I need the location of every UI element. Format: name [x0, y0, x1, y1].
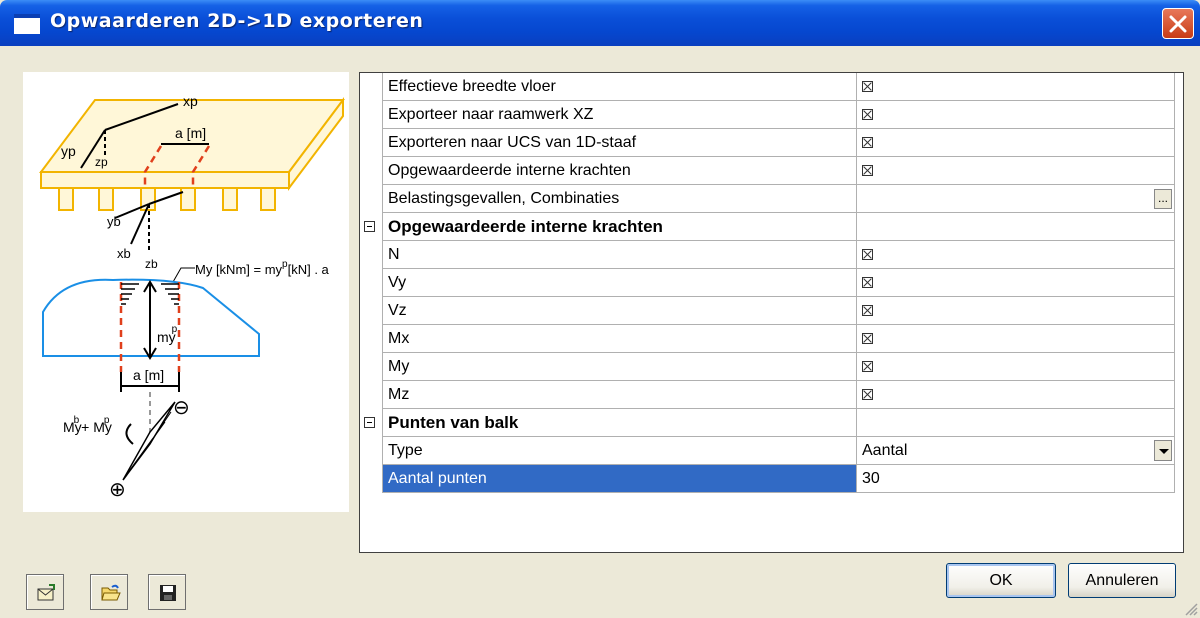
property-value[interactable] — [857, 325, 1175, 353]
label-zb: zb — [145, 257, 158, 271]
property-name: Vy — [382, 269, 857, 297]
save-button[interactable] — [148, 574, 186, 610]
checkbox-checked-icon[interactable] — [862, 109, 873, 120]
row-gutter — [360, 213, 382, 241]
rotation-arrow — [125, 423, 134, 445]
property-name: Belastingsgevallen, Combinaties — [382, 185, 857, 213]
save-icon — [160, 585, 176, 601]
row-gutter — [360, 325, 382, 353]
row-gutter — [360, 437, 382, 465]
checkbox-checked-icon[interactable] — [862, 305, 873, 316]
property-value[interactable] — [857, 381, 1175, 409]
open-button[interactable] — [90, 574, 128, 610]
close-icon — [1169, 15, 1187, 33]
row-gutter — [360, 157, 382, 185]
checkbox-checked-icon[interactable] — [862, 165, 873, 176]
property-name: Aantal punten — [382, 465, 857, 493]
upgrade-diagram-figure: xp yp zp a [m] yb xb zb My [kNm] = myp[k… — [39, 93, 345, 501]
property-value[interactable] — [857, 129, 1175, 157]
row-gutter — [360, 297, 382, 325]
window-icon — [14, 14, 40, 34]
formula-leader — [172, 267, 195, 283]
label-zp: zp — [95, 155, 108, 169]
dialog-window: Opwaarderen 2D->1D exporteren xp yp zp a… — [0, 0, 1200, 618]
property-name: Mz — [382, 381, 857, 409]
checkbox-checked-icon[interactable] — [862, 333, 873, 344]
category-value — [857, 409, 1175, 437]
property-name: Exporteer naar raamwerk XZ — [382, 101, 857, 129]
row-gutter — [360, 381, 382, 409]
property-value[interactable] — [857, 297, 1175, 325]
row-gutter — [360, 269, 382, 297]
label-yb: yb — [107, 214, 121, 229]
label-xp: xp — [183, 93, 198, 109]
chevron-down-icon[interactable] — [1154, 440, 1172, 461]
row-gutter — [360, 353, 382, 381]
collapse-icon[interactable] — [364, 417, 375, 428]
slab-front — [40, 171, 290, 189]
minus-symbol: ⊖ — [173, 397, 190, 419]
resize-grip-icon[interactable] — [1184, 602, 1198, 616]
property-value[interactable]: ... — [857, 185, 1175, 213]
open-folder-icon — [101, 584, 121, 601]
export-icon — [37, 584, 55, 601]
property-name: Opgewaardeerde interne krachten — [382, 157, 857, 185]
label-a-bottom: a [m] — [133, 367, 164, 383]
type-select[interactable]: Aantal — [857, 437, 1175, 465]
row-gutter — [360, 465, 382, 493]
property-name: Exporteren naar UCS van 1D-staaf — [382, 129, 857, 157]
checkbox-checked-icon[interactable] — [862, 249, 873, 260]
property-name: Mx — [382, 325, 857, 353]
preview-diagram: xp yp zp a [m] yb xb zb My [kNm] = myp[k… — [23, 72, 349, 512]
label-a-top: a [m] — [175, 125, 206, 141]
label-sum: Myb + Myp — [63, 415, 112, 435]
cancel-button[interactable]: Annuleren — [1068, 563, 1176, 598]
row-gutter — [360, 101, 382, 129]
row-gutter — [360, 185, 382, 213]
slab-ribs — [58, 187, 276, 211]
property-value[interactable] — [857, 269, 1175, 297]
property-value[interactable] — [857, 157, 1175, 185]
property-name: Type — [382, 437, 857, 465]
category-name: Opgewaardeerde interne krachten — [382, 213, 857, 241]
property-value[interactable] — [857, 101, 1175, 129]
label-yp: yp — [61, 143, 76, 159]
checkbox-checked-icon[interactable] — [862, 137, 873, 148]
title-bar[interactable]: Opwaarderen 2D->1D exporteren — [0, 0, 1200, 46]
plus-symbol: ⊕ — [109, 479, 126, 501]
checkbox-checked-icon[interactable] — [862, 389, 873, 400]
row-gutter — [360, 241, 382, 269]
category-value — [857, 213, 1175, 241]
property-value[interactable] — [857, 353, 1175, 381]
property-value[interactable] — [857, 73, 1175, 101]
property-name: Vz — [382, 297, 857, 325]
property-name: My — [382, 353, 857, 381]
export-button[interactable] — [26, 574, 64, 610]
property-name: Effectieve breedte vloer — [382, 73, 857, 101]
select-value: Aantal — [862, 442, 908, 459]
property-grid[interactable]: Effectieve breedte vloer Exporteer naar … — [359, 72, 1184, 553]
window-title: Opwaarderen 2D->1D exporteren — [50, 10, 424, 32]
points-count-input[interactable]: 30 — [857, 465, 1175, 493]
browse-button[interactable]: ... — [1154, 189, 1172, 209]
checkbox-checked-icon[interactable] — [862, 361, 873, 372]
row-gutter — [360, 409, 382, 437]
close-button[interactable] — [1162, 8, 1194, 39]
property-value[interactable] — [857, 241, 1175, 269]
row-gutter — [360, 73, 382, 101]
checkbox-checked-icon[interactable] — [862, 81, 873, 92]
label-xb: xb — [117, 246, 131, 261]
property-name: N — [382, 241, 857, 269]
row-gutter — [360, 129, 382, 157]
formula-text: My [kNm] = myp[kN] . a — [195, 259, 330, 277]
category-name: Punten van balk — [382, 409, 857, 437]
checkbox-checked-icon[interactable] — [862, 277, 873, 288]
collapse-icon[interactable] — [364, 221, 375, 232]
ok-button[interactable]: OK — [946, 563, 1056, 598]
